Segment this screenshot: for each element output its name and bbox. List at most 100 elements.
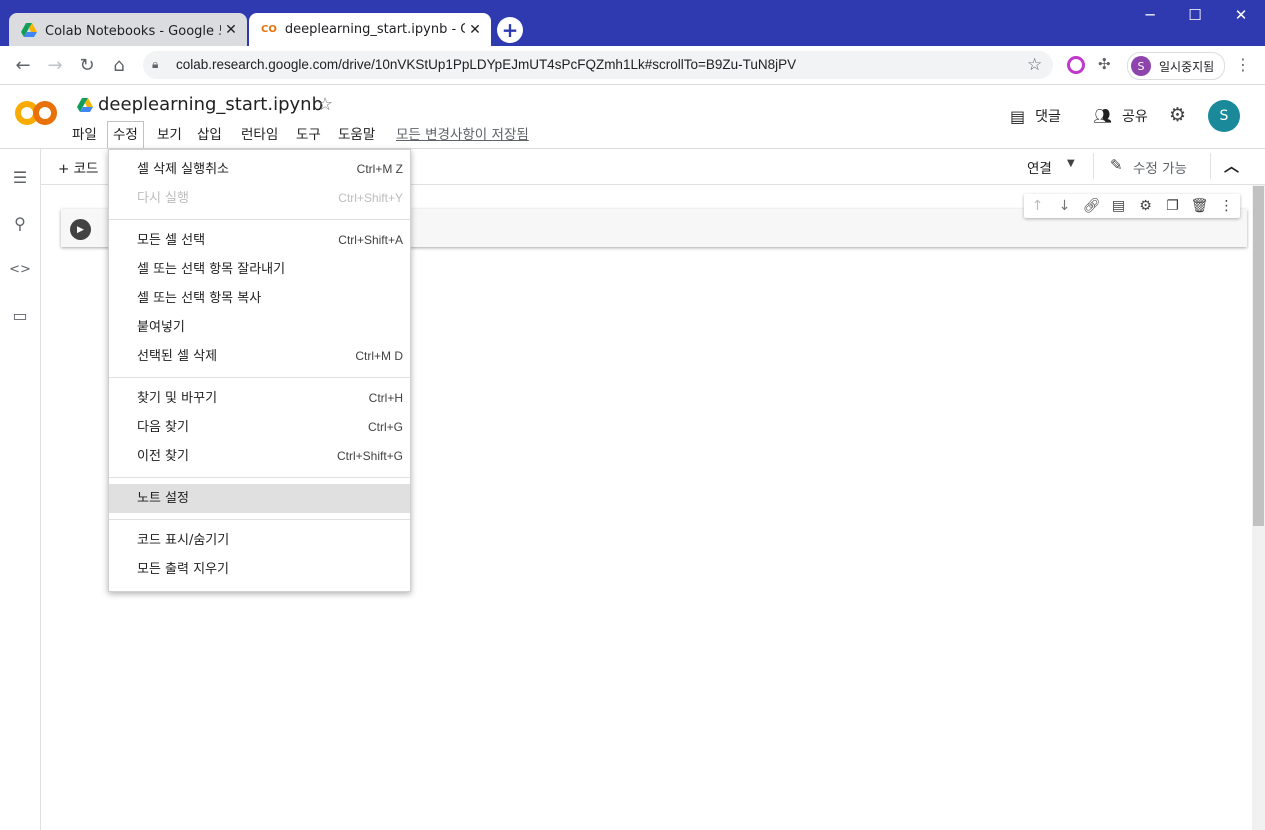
- add-code-button[interactable]: + 코드: [58, 157, 98, 177]
- menu-item-undo-delete[interactable]: 셀 삭제 실행취소 Ctrl+M Z: [109, 155, 410, 184]
- edit-mode-label[interactable]: 수정 가능: [1133, 157, 1187, 177]
- cell-toolbar: ↑ ↓ 🔗︎ ▤ ⚙ ❐ 🗑︎ ⋮: [1024, 194, 1240, 218]
- extensions-puzzle-icon[interactable]: ✣: [1098, 55, 1111, 73]
- menu-separator: [109, 377, 410, 378]
- menu-item-label: 셀 삭제 실행취소: [137, 162, 229, 177]
- settings-gear-icon[interactable]: ⚙: [1169, 104, 1186, 126]
- menu-item-delete-selected[interactable]: 선택된 셀 삭제 Ctrl+M D: [109, 342, 410, 371]
- link-icon[interactable]: 🔗︎: [1082, 198, 1102, 214]
- menu-edit[interactable]: 수정: [107, 121, 144, 149]
- menu-item-label: 코드 표시/숨기기: [137, 533, 230, 548]
- menu-item-label: 모든 셀 선택: [137, 233, 206, 248]
- menu-runtime[interactable]: 런타임: [237, 123, 282, 147]
- menu-item-paste[interactable]: 붙여넣기: [109, 313, 410, 342]
- new-tab-button[interactable]: +: [497, 17, 523, 43]
- notebook-title[interactable]: deeplearning_start.ipynb: [98, 94, 323, 115]
- back-icon[interactable]: ←: [11, 54, 35, 78]
- maximize-icon[interactable]: ☐: [1180, 6, 1210, 26]
- forward-icon[interactable]: →: [43, 54, 67, 78]
- home-icon[interactable]: ⌂: [107, 54, 131, 78]
- menu-item-toggle-code[interactable]: 코드 표시/숨기기: [109, 526, 410, 555]
- menu-item-shortcut: Ctrl+M D: [355, 349, 403, 363]
- menu-item-label: 모든 출력 지우기: [137, 562, 229, 577]
- tab-deeplearning-start[interactable]: CO deeplearning_start.ipynb - Colaborato…: [249, 13, 491, 46]
- colab-logo[interactable]: [15, 98, 57, 130]
- cell-comment-icon[interactable]: ▤: [1109, 198, 1129, 214]
- menu-insert[interactable]: 삽입: [193, 123, 226, 147]
- close-tab-icon[interactable]: ✕: [221, 22, 241, 38]
- code-snippets-icon[interactable]: <>: [8, 258, 32, 282]
- menu-item-redo[interactable]: 다시 실행 Ctrl+Shift+Y: [109, 184, 410, 213]
- menu-item-shortcut: Ctrl+G: [367, 420, 403, 434]
- menu-item-cut[interactable]: 셀 또는 선택 항목 잘라내기: [109, 255, 410, 284]
- more-options-icon[interactable]: ⋮: [1217, 198, 1237, 214]
- menu-item-label: 셀 또는 선택 항목 복사: [137, 291, 262, 306]
- cell-settings-icon[interactable]: ⚙: [1136, 198, 1156, 214]
- edit-menu-dropdown: 셀 삭제 실행취소 Ctrl+M Z 다시 실행 Ctrl+Shift+Y 모든…: [108, 149, 411, 592]
- toolbar-divider: [1093, 153, 1094, 179]
- move-down-icon[interactable]: ↓: [1055, 198, 1075, 214]
- table-of-contents-icon[interactable]: ☰: [8, 166, 32, 190]
- menu-help[interactable]: 도움말: [334, 123, 379, 147]
- people-icon: 👥︎: [1093, 107, 1113, 125]
- menu-separator: [109, 219, 410, 220]
- delete-cell-icon[interactable]: 🗑︎: [1190, 198, 1210, 214]
- minimize-icon[interactable]: ─: [1135, 6, 1165, 26]
- profile-avatar: S: [1131, 56, 1151, 76]
- menu-item-copy[interactable]: 셀 또는 선택 항목 복사: [109, 284, 410, 313]
- menu-item-clear-outputs[interactable]: 모든 출력 지우기: [109, 555, 410, 584]
- menu-item-notebook-settings[interactable]: 노트 설정: [109, 484, 410, 513]
- share-button[interactable]: 👥︎ 공유: [1093, 104, 1148, 128]
- menu-file[interactable]: 파일: [68, 123, 101, 147]
- connect-button[interactable]: 연결: [1027, 157, 1052, 177]
- menu-item-find-previous[interactable]: 이전 찾기 Ctrl+Shift+G: [109, 442, 410, 471]
- menu-item-label: 셀 또는 선택 항목 잘라내기: [137, 262, 286, 277]
- url-text[interactable]: colab.research.google.com/drive/10nVKStU…: [176, 57, 796, 72]
- comment-label: 댓글: [1035, 109, 1061, 125]
- scrollbar-thumb[interactable]: [1253, 186, 1264, 526]
- menu-item-label: 붙여넣기: [137, 320, 185, 335]
- menu-item-label: 다시 실행: [137, 191, 189, 206]
- browser-menu-icon[interactable]: ⋮: [1235, 55, 1251, 74]
- bookmark-star-icon[interactable]: ☆: [1027, 55, 1042, 75]
- share-label: 공유: [1122, 109, 1148, 125]
- menu-item-shortcut: Ctrl+M Z: [356, 162, 403, 176]
- close-window-icon[interactable]: ✕: [1226, 6, 1256, 26]
- menu-item-label: 선택된 셀 삭제: [137, 349, 218, 364]
- run-cell-icon[interactable]: ▶: [70, 219, 91, 240]
- profile-status: 일시중지됨: [1159, 59, 1215, 74]
- tab-colab-notebooks[interactable]: Colab Notebooks - Google 드라이브 ✕: [9, 13, 247, 46]
- lock-icon: 🔒︎: [152, 57, 159, 71]
- user-avatar[interactable]: S: [1208, 100, 1240, 132]
- menu-item-shortcut: Ctrl+Shift+A: [338, 233, 403, 247]
- move-up-icon[interactable]: ↑: [1028, 198, 1048, 214]
- reload-icon[interactable]: ↻: [75, 54, 99, 78]
- files-folder-icon[interactable]: ▭: [8, 304, 32, 328]
- extension-color-icon[interactable]: [1067, 56, 1085, 74]
- close-tab-icon[interactable]: ✕: [465, 22, 485, 38]
- toolbar-divider: [1210, 153, 1211, 179]
- pencil-icon: ✎: [1110, 156, 1123, 174]
- menu-item-label: 노트 설정: [137, 491, 189, 506]
- tab-label: Colab Notebooks - Google 드라이브: [45, 24, 221, 39]
- menu-item-label: 다음 찾기: [137, 420, 189, 435]
- mirror-cell-icon[interactable]: ❐: [1163, 198, 1183, 214]
- menu-separator: [109, 519, 410, 520]
- comment-button[interactable]: ▤ 댓글: [1010, 104, 1061, 128]
- left-sidebar: [0, 149, 41, 830]
- tab-label: deeplearning_start.ipynb - Colaboratory: [284, 22, 465, 37]
- collapse-header-icon[interactable]: ︿: [1224, 155, 1239, 176]
- menu-item-select-all[interactable]: 모든 셀 선택 Ctrl+Shift+A: [109, 226, 410, 255]
- menu-item-find-next[interactable]: 다음 찾기 Ctrl+G: [109, 413, 410, 442]
- star-icon[interactable]: ☆: [317, 94, 333, 115]
- menu-item-shortcut: Ctrl+Shift+G: [336, 449, 403, 463]
- menu-tools[interactable]: 도구: [292, 123, 325, 147]
- profile-chip[interactable]: S 일시중지됨: [1127, 52, 1225, 80]
- menu-item-label: 찾기 및 바꾸기: [137, 391, 218, 406]
- menu-view[interactable]: 보기: [153, 123, 186, 147]
- menu-item-shortcut: Ctrl+Shift+Y: [338, 191, 403, 205]
- connect-dropdown-icon[interactable]: ▼: [1067, 158, 1075, 169]
- search-icon[interactable]: ⚲: [8, 212, 32, 236]
- menu-item-find-replace[interactable]: 찾기 및 바꾸기 Ctrl+H: [109, 384, 410, 413]
- saved-status[interactable]: 모든 변경사항이 저장됨: [396, 123, 529, 147]
